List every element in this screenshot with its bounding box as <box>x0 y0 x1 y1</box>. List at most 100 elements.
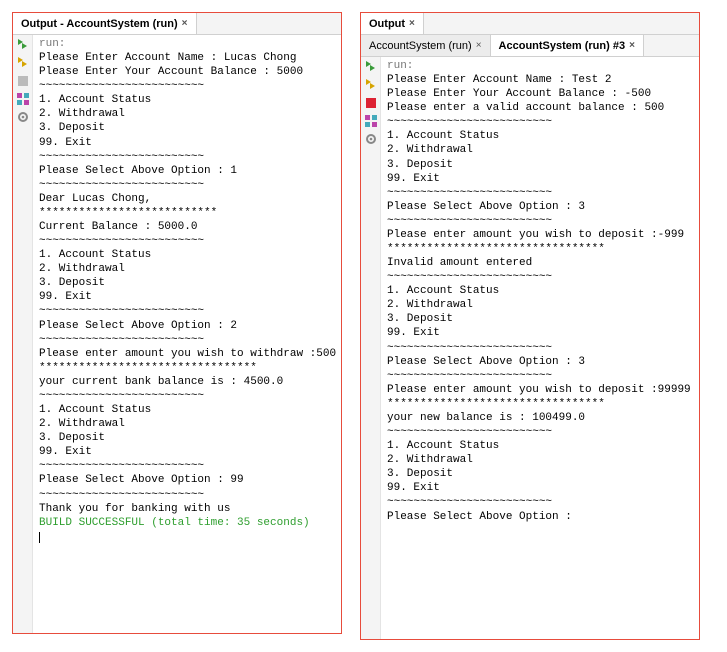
console-line: 1. Account Status <box>39 248 335 262</box>
console-line: ~~~~~~~~~~~~~~~~~~~~~~~~~ <box>39 333 335 347</box>
gutter-left <box>13 35 33 633</box>
tab-accountsystem-run-[interactable]: AccountSystem (run) × <box>361 35 491 56</box>
console-line: 3. Deposit <box>39 276 335 290</box>
console-line: Please Select Above Option : 3 <box>387 200 693 214</box>
tab-label: Output <box>369 18 405 30</box>
console-line: 3. Deposit <box>387 312 693 326</box>
console-line: 1. Account Status <box>39 403 335 417</box>
console-line: Please Enter Account Name : Lucas Chong <box>39 51 335 65</box>
console-line: 2. Withdrawal <box>387 298 693 312</box>
console-line: 99. Exit <box>39 136 335 150</box>
console-line: 2. Withdrawal <box>39 107 335 121</box>
console-line: Please enter amount you wish to withdraw… <box>39 347 335 361</box>
console-line: Please enter amount you wish to deposit … <box>387 383 693 397</box>
console-line: 99. Exit <box>387 172 693 186</box>
console-line: 99. Exit <box>39 445 335 459</box>
console-line: Please enter a valid account balance : 5… <box>387 101 693 115</box>
play-yellow-icon[interactable] <box>16 56 30 70</box>
console-output-left[interactable]: run:Please Enter Account Name : Lucas Ch… <box>33 35 341 633</box>
gear-icon[interactable] <box>364 132 378 146</box>
tabbar-left: Output - AccountSystem (run) × <box>13 13 341 35</box>
close-icon[interactable]: × <box>476 40 482 51</box>
console-line: run: <box>387 59 693 73</box>
console-line: ********************************* <box>39 361 335 375</box>
play-green-icon[interactable] <box>364 60 378 74</box>
console-line: 3. Deposit <box>387 467 693 481</box>
console-line: Please enter amount you wish to deposit … <box>387 228 693 242</box>
console-line: ~~~~~~~~~~~~~~~~~~~~~~~~~ <box>387 341 693 355</box>
gear-icon[interactable] <box>16 110 30 124</box>
console-line: ~~~~~~~~~~~~~~~~~~~~~~~~~ <box>39 150 335 164</box>
console-line: 2. Withdrawal <box>39 417 335 431</box>
console-line: 2. Withdrawal <box>39 262 335 276</box>
console-line: Please Enter Your Account Balance : -500 <box>387 87 693 101</box>
console-line: ~~~~~~~~~~~~~~~~~~~~~~~~~ <box>387 369 693 383</box>
grid-icon[interactable] <box>16 92 30 106</box>
console-line: ~~~~~~~~~~~~~~~~~~~~~~~~~ <box>387 270 693 284</box>
play-yellow-icon[interactable] <box>364 78 378 92</box>
console-line: 3. Deposit <box>387 158 693 172</box>
tab-label: AccountSystem (run) #3 <box>499 40 626 52</box>
gutter-right <box>361 57 381 639</box>
stop-red-icon[interactable] <box>364 96 378 110</box>
console-line: Please Select Above Option : 2 <box>39 319 335 333</box>
console-line: 1. Account Status <box>387 284 693 298</box>
console-line: ~~~~~~~~~~~~~~~~~~~~~~~~~ <box>387 186 693 200</box>
output-panel-right: Output × AccountSystem (run)×AccountSyst… <box>360 12 700 640</box>
tab-label: Output - AccountSystem (run) <box>21 18 178 30</box>
console-line: Current Balance : 5000.0 <box>39 220 335 234</box>
tab-accountsystem-run-3[interactable]: AccountSystem (run) #3× <box>491 35 644 56</box>
console-line: Please Enter Account Name : Test 2 <box>387 73 693 87</box>
console-line: ~~~~~~~~~~~~~~~~~~~~~~~~~ <box>39 389 335 403</box>
console-line: ~~~~~~~~~~~~~~~~~~~~~~~~~ <box>39 79 335 93</box>
console-line: Please Select Above Option : 99 <box>39 473 335 487</box>
tab-label: AccountSystem (run) <box>369 40 472 52</box>
console-line: ~~~~~~~~~~~~~~~~~~~~~~~~~ <box>387 115 693 129</box>
play-green-icon[interactable] <box>16 38 30 52</box>
tab-output[interactable]: Output × <box>361 13 424 34</box>
console-line: Please Select Above Option : <box>387 510 693 524</box>
console-line: your current bank balance is : 4500.0 <box>39 375 335 389</box>
console-line: ~~~~~~~~~~~~~~~~~~~~~~~~~ <box>39 488 335 502</box>
text-caret <box>39 532 40 543</box>
console-line: ********************************* <box>387 242 693 256</box>
console-line: Please Enter Your Account Balance : 5000 <box>39 65 335 79</box>
console-line: ~~~~~~~~~~~~~~~~~~~~~~~~~ <box>39 304 335 318</box>
console-line: your new balance is : 100499.0 <box>387 411 693 425</box>
stop-icon[interactable] <box>16 74 30 88</box>
tabbar-top-right: Output × <box>361 13 699 35</box>
console-line: 99. Exit <box>387 326 693 340</box>
close-icon[interactable]: × <box>629 40 635 51</box>
console-line: Thank you for banking with us <box>39 502 335 516</box>
tab-output-accountsystem[interactable]: Output - AccountSystem (run) × <box>13 13 197 34</box>
console-line: 3. Deposit <box>39 431 335 445</box>
console-line: Please Select Above Option : 1 <box>39 164 335 178</box>
console-line: ~~~~~~~~~~~~~~~~~~~~~~~~~ <box>39 234 335 248</box>
console-line: ~~~~~~~~~~~~~~~~~~~~~~~~~ <box>39 178 335 192</box>
console-line: *************************** <box>39 206 335 220</box>
console-line: ********************************* <box>387 397 693 411</box>
console-line: 1. Account Status <box>387 439 693 453</box>
console-line: 1. Account Status <box>387 129 693 143</box>
console-line: ~~~~~~~~~~~~~~~~~~~~~~~~~ <box>387 214 693 228</box>
output-panel-left: Output - AccountSystem (run) × run:Pleas… <box>12 12 342 634</box>
caret-line <box>39 530 335 544</box>
console-line: 3. Deposit <box>39 121 335 135</box>
console-line: 1. Account Status <box>39 93 335 107</box>
console-line: 99. Exit <box>387 481 693 495</box>
close-icon[interactable]: × <box>182 18 188 29</box>
console-line: 2. Withdrawal <box>387 453 693 467</box>
console-line: run: <box>39 37 335 51</box>
tabbar-sub-right: AccountSystem (run)×AccountSystem (run) … <box>361 35 699 57</box>
console-line: Please Select Above Option : 3 <box>387 355 693 369</box>
console-line: ~~~~~~~~~~~~~~~~~~~~~~~~~ <box>387 495 693 509</box>
console-output-right[interactable]: run:Please Enter Account Name : Test 2Pl… <box>381 57 699 639</box>
grid-icon[interactable] <box>364 114 378 128</box>
console-line: Dear Lucas Chong, <box>39 192 335 206</box>
close-icon[interactable]: × <box>409 18 415 29</box>
console-line: ~~~~~~~~~~~~~~~~~~~~~~~~~ <box>39 459 335 473</box>
console-line: BUILD SUCCESSFUL (total time: 35 seconds… <box>39 516 335 530</box>
console-line: 2. Withdrawal <box>387 143 693 157</box>
console-line: 99. Exit <box>39 290 335 304</box>
console-line: ~~~~~~~~~~~~~~~~~~~~~~~~~ <box>387 425 693 439</box>
